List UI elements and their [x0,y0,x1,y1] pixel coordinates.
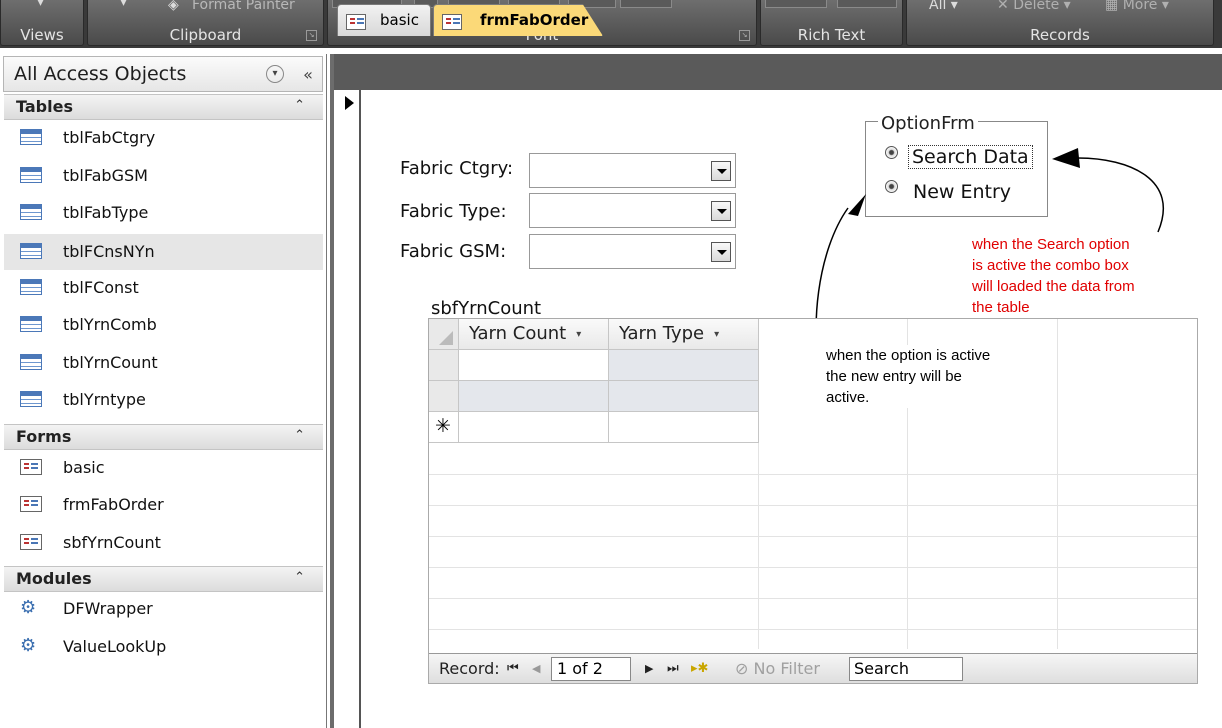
new-entry-note: when the option is active the new entry … [826,345,991,408]
yarn-count-cell[interactable] [459,350,633,408]
search-note-line: will loaded the data from [972,278,1135,295]
sort-dropdown-icon[interactable]: ▾ [576,329,581,340]
yarn-count-cell[interactable] [459,412,609,443]
no-filter-button[interactable]: ⊘ No Filter [735,659,820,678]
new-record-icon[interactable]: ▸✱ [691,661,708,676]
yarn-type-cell[interactable] [609,350,759,381]
row-selector[interactable] [429,381,459,412]
yarn-type-cell[interactable] [609,412,759,443]
column-header-yarn-type[interactable]: Yarn Type ▾ [609,319,759,350]
subform-yrncount: Yarn Count ▾ Yarn Type ▾ ✳ Record: ⏮ ◀ 1 o… [428,318,1198,684]
column-header-label: Yarn Count [469,323,567,344]
yarn-count-cell[interactable] [459,381,609,412]
subform-title: sbfYrnCount [431,298,542,319]
next-record-icon[interactable]: ▶ [645,662,653,675]
new-note-line: when the option is active [826,347,991,364]
search-note-line: is active the combo box [972,257,1129,274]
search-note-arrowhead-icon [1052,148,1080,168]
new-record-asterisk-icon: ✳ [435,415,451,437]
row-selector[interactable] [429,350,459,381]
column-header-yarn-count[interactable]: Yarn Count ▾ [459,319,609,350]
search-note-line: when the Search option [972,236,1130,253]
record-navigation-bar: Record: ⏮ ◀ 1 of 2 ▶ ⏭ ▸✱ ⊘ No Filter Se… [429,653,1197,683]
new-record-row-selector[interactable]: ✳ [429,412,459,443]
new-note-line: active. [826,389,870,406]
search-note-arrow-line [1077,157,1165,233]
select-all-corner[interactable] [429,319,459,350]
new-note-arrowhead-icon [848,194,866,216]
new-note-line: the new entry will be [826,368,962,385]
current-record-field[interactable]: 1 of 2 [551,657,631,681]
column-header-label: Yarn Type [619,323,705,344]
search-note: when the Search option is active the com… [972,234,1135,318]
search-note-line: the table [972,299,1030,316]
first-record-icon[interactable]: ⏮ [507,661,519,676]
previous-record-icon[interactable]: ◀ [532,662,540,675]
record-label: Record: [439,659,500,678]
sort-dropdown-icon[interactable]: ▾ [714,329,719,340]
last-record-icon[interactable]: ⏭ [667,661,679,676]
yarn-type-cell[interactable] [609,381,759,412]
search-field[interactable]: Search [849,657,963,681]
